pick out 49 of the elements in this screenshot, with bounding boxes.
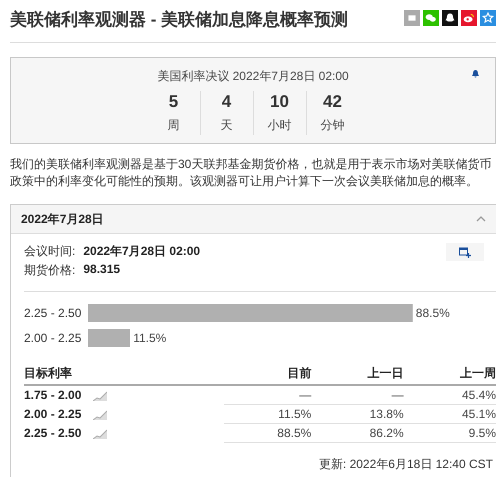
bar-value-label: 11.5% [133,331,166,345]
sparkline-icon[interactable] [93,426,108,438]
sparkline-icon[interactable] [93,408,108,420]
info-label: 期货价格: [24,262,76,279]
calendar-plus-icon [459,246,471,258]
table-cell: 11.5% [278,407,312,421]
rate-range: 1.75 - 2.00 [24,388,82,402]
eye-icon[interactable] [461,10,477,26]
column-header: 上一周 [460,366,496,380]
countdown-unit: 小时 [268,117,292,134]
bar-value-label: 88.5% [416,306,450,320]
table-cell: — [299,388,312,402]
countdown-value: 42 [323,92,342,112]
meeting-date: 2022年7月28日 [21,210,104,228]
description: 我们的美联储利率观测器是基于30天联邦基金期货价格，也就是用于表示市场对美联储货币政策中的利率变化可能性的预期。该观测器可让用户计算下一次会议美联储加息的概率。 [10,156,492,190]
table-cell: — [392,388,404,402]
countdown-value: 10 [270,92,289,112]
add-calendar-button[interactable] [446,243,484,261]
info-label: 会议时间: [24,243,76,260]
penguin-icon[interactable] [442,10,458,26]
table-cell: 86.2% [370,426,404,440]
countdown-value: 5 [168,92,178,112]
info-value: 98.315 [83,262,120,278]
bar-label: 2.00 - 2.25 [24,331,82,345]
table-cell: 45.1% [462,407,496,421]
info-value: 2022年7月28日 02:00 [83,243,200,260]
bar-label: 2.25 - 2.50 [24,306,82,320]
square-icon[interactable] [404,10,420,26]
column-header: 目前 [287,366,312,380]
table-cell: 88.5% [277,426,312,440]
rate-range: 2.25 - 2.50 [24,426,82,440]
table-cell: 13.8% [370,407,404,421]
update-time: 更新: 2022年6月18日 12:40 CST [318,457,493,471]
page-title: 美联储利率观测器 - 美联储加息降息概率预测 [10,9,348,31]
probability-bar [88,329,130,347]
countdown-unit: 分钟 [320,117,344,134]
star-icon[interactable] [480,10,496,26]
countdown-unit: 天 [220,117,232,134]
bell-icon[interactable] [472,70,479,78]
countdown-value: 4 [222,92,232,112]
countdown-title: 美国利率决议 2022年7月28日 02:00 [156,68,350,85]
rate-range: 2.00 - 2.25 [24,406,82,420]
chevron-up-icon[interactable] [476,216,486,222]
table-cell: 9.5% [468,426,496,440]
column-header: 上一日 [368,366,404,380]
column-header: 目标利率 [24,366,72,380]
sparkline-icon[interactable] [93,389,108,401]
countdown-unit: 周 [168,117,180,134]
table-cell: 45.4% [462,388,496,402]
